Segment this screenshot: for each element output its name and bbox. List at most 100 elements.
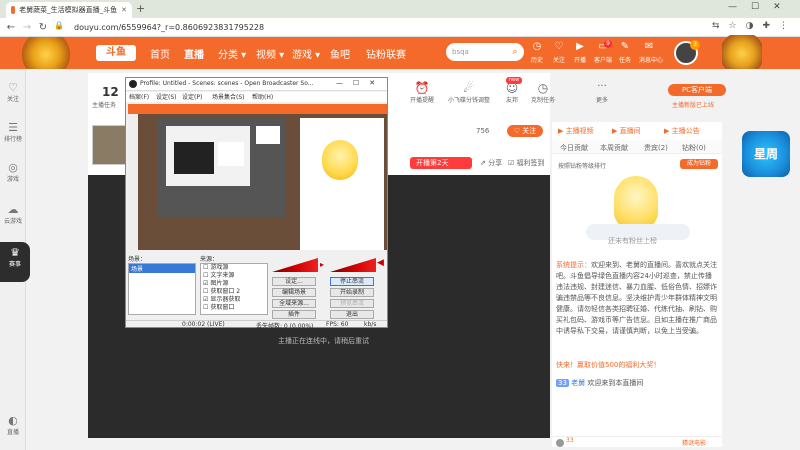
tool-more[interactable]: ··· 更多 bbox=[590, 81, 614, 104]
window-controls[interactable]: —☐✕ bbox=[728, 2, 795, 12]
welcome-user[interactable]: 老舅 bbox=[571, 379, 585, 387]
share-link[interactable]: ⇗ 分享 bbox=[480, 158, 502, 168]
weekstar-float[interactable]: 星周 bbox=[742, 131, 790, 177]
tool-task[interactable]: ◷ 克制任务 bbox=[528, 81, 558, 104]
source-item[interactable]: ☑ 显示器获取 bbox=[203, 296, 267, 304]
obs-menu-file[interactable]: 档案(F) bbox=[129, 92, 149, 101]
checkbox-icon[interactable]: ☐ bbox=[203, 304, 208, 311]
sidebar-item-game[interactable]: ◎ 游戏 bbox=[0, 161, 26, 183]
obs-settings-button[interactable]: 设定... bbox=[272, 277, 316, 286]
tab-streamer-video[interactable]: ▶ 主播视频 bbox=[558, 126, 594, 136]
signin-link[interactable]: ☑ 福利签到 bbox=[508, 158, 545, 168]
checkbox-icon[interactable]: ☐ bbox=[203, 272, 208, 279]
tool-remind[interactable]: ⏰ 开播提醒 bbox=[408, 81, 436, 104]
tool-ufo[interactable]: ☄ 小飞碟分钱调整 bbox=[444, 81, 494, 104]
source-item[interactable]: ☐ 获取窗口 2 bbox=[203, 288, 267, 296]
streamer-thumbnail[interactable] bbox=[92, 125, 128, 165]
tab-live-room[interactable]: ▶ 直播间 bbox=[612, 126, 641, 136]
exit-button[interactable]: 退出 bbox=[330, 310, 374, 319]
task-icon[interactable]: ✎ bbox=[616, 41, 634, 52]
message-icon[interactable]: ✉ bbox=[640, 41, 658, 52]
checkbox-icon[interactable]: ☐ bbox=[203, 264, 208, 271]
url-field[interactable]: douyu.com/6559964?_r=0.8606923831795228 bbox=[64, 20, 704, 35]
tab-announcement[interactable]: ▶ 主播公告 bbox=[664, 126, 700, 136]
footer-link[interactable]: 猜谜电影 bbox=[682, 438, 706, 447]
sidebar-item-cloud-game[interactable]: ☁ 云游戏 bbox=[0, 203, 26, 225]
checkbox-icon[interactable]: ☐ bbox=[203, 288, 208, 295]
tab-diamond[interactable]: 钻粉(0) bbox=[682, 143, 706, 153]
nav-category[interactable]: 分类 ▾ bbox=[218, 46, 246, 61]
checkbox-checked-icon[interactable]: ☑ bbox=[203, 280, 208, 287]
follow-icon[interactable]: ♡ bbox=[550, 41, 568, 52]
tab-close-icon[interactable]: ✕ bbox=[121, 6, 127, 14]
stop-stream-button[interactable]: 停止串流 bbox=[330, 277, 374, 286]
pc-client-button[interactable]: PC客户端 bbox=[668, 84, 726, 96]
bookmark-star-icon[interactable]: ☆ bbox=[729, 21, 746, 31]
translate-icon[interactable]: ⇆ bbox=[712, 21, 729, 31]
obs-menu-profile[interactable]: 设定(P) bbox=[182, 92, 202, 101]
maximize-icon[interactable]: ☐ bbox=[751, 2, 773, 12]
join-diamond-button[interactable]: 成为钻粉 bbox=[680, 159, 718, 169]
tab-today[interactable]: 今日贡献 bbox=[560, 143, 588, 153]
sidebar-item-rank[interactable]: ☰ 排行榜 bbox=[0, 121, 26, 143]
treasure-chest-icon[interactable] bbox=[722, 35, 762, 69]
start-record-button[interactable]: 开始录制 bbox=[330, 288, 374, 297]
nav-esports[interactable]: 钻粉联赛 bbox=[366, 46, 406, 61]
sources-list[interactable]: ☐ 游戏源 ☐ 文字来源 ☑ 图片源 ☐ 获取窗口 2 ☑ 显示器获取 ☐ 获取… bbox=[200, 263, 268, 315]
forward-icon[interactable]: → bbox=[20, 21, 34, 34]
nav-video[interactable]: 视频 ▾ bbox=[256, 46, 284, 61]
source-item[interactable]: ☐ 游戏源 bbox=[203, 264, 267, 272]
minimize-icon[interactable]: — bbox=[728, 2, 751, 12]
lock-icon[interactable]: 🔒 bbox=[54, 21, 64, 30]
obs-titlebar[interactable]: Profile: Untitled - Scenes: scenes - Ope… bbox=[126, 78, 387, 91]
close-window-icon[interactable]: ✕ bbox=[773, 2, 795, 12]
search-input[interactable]: bsqa bbox=[446, 43, 506, 61]
message-label[interactable]: 消息中心 bbox=[636, 55, 666, 64]
desktop-speaker-icon[interactable]: ▸ bbox=[320, 260, 324, 269]
tool-friends[interactable]: ☺ 友邦 bbox=[500, 81, 524, 104]
obs-window[interactable]: Profile: Untitled - Scenes: scenes - Ope… bbox=[125, 77, 388, 330]
follow-button[interactable]: ♡ 关注 bbox=[507, 125, 543, 137]
profile-icon[interactable]: ◑ bbox=[746, 21, 763, 31]
speaker-icon[interactable]: ◀ bbox=[377, 258, 384, 268]
user-icon[interactable] bbox=[556, 439, 564, 447]
tab-week[interactable]: 本周贡献 bbox=[600, 143, 628, 153]
scene-item[interactable]: 场景 bbox=[129, 264, 195, 273]
sidebar-item-esports[interactable]: ♛ 赛事 bbox=[0, 242, 30, 282]
pc-client-subtitle[interactable]: 主播新版已上线 bbox=[672, 100, 714, 109]
source-item[interactable]: ☑ 图片源 bbox=[203, 280, 267, 288]
history-icon[interactable]: ◷ bbox=[528, 41, 546, 52]
browser-tab[interactable]: 老舅蔬菜_生活模拟器直播_斗鱼 ✕ bbox=[6, 2, 132, 18]
browser-toolbar-icons[interactable]: ⇆☆◑✚⋮ bbox=[712, 21, 797, 31]
obs-menu-help[interactable]: 帮助(H) bbox=[252, 92, 273, 101]
nav-game[interactable]: 游戏 ▾ bbox=[292, 46, 320, 61]
source-item[interactable]: ☐ 获取窗口 bbox=[203, 304, 267, 312]
plugins-button[interactable]: 插件 bbox=[272, 310, 316, 319]
source-item[interactable]: ☐ 文字来源 bbox=[203, 272, 267, 280]
global-sources-button[interactable]: 全域来源... bbox=[272, 299, 316, 308]
menu-icon[interactable]: ⋮ bbox=[779, 21, 797, 31]
obs-menu-settings[interactable]: 设定(S) bbox=[156, 92, 177, 101]
extensions-icon[interactable]: ✚ bbox=[762, 21, 779, 31]
task-label[interactable]: 任务 bbox=[612, 55, 638, 64]
anniversary-badge-icon[interactable] bbox=[22, 37, 70, 69]
obs-menu-scenes[interactable]: 场景集合(S) bbox=[212, 92, 245, 101]
obs-window-controls[interactable]: —☐✕ bbox=[336, 79, 385, 87]
search-icon[interactable]: ⌕ bbox=[506, 43, 524, 61]
tab-vip[interactable]: 贵宾(2) bbox=[644, 143, 668, 153]
nav-yuba[interactable]: 鱼吧 bbox=[330, 46, 350, 61]
gift-banner[interactable]: 开播第2天 bbox=[410, 157, 472, 169]
edit-scene-button[interactable]: 编辑场景 bbox=[272, 288, 316, 297]
nav-home[interactable]: 首页 bbox=[150, 46, 170, 61]
task-label[interactable]: 主播任务 bbox=[92, 100, 116, 109]
preview-stream-button[interactable]: 预览串流 bbox=[330, 299, 374, 308]
checkbox-checked-icon[interactable]: ☑ bbox=[203, 296, 208, 303]
broadcast-icon[interactable]: ▶ bbox=[571, 41, 589, 52]
promo-message[interactable]: 快来！赢取价值500的福利大奖！ bbox=[556, 360, 660, 371]
sidebar-item-live[interactable]: ◐ 直播 bbox=[0, 414, 26, 436]
sidebar-item-follow[interactable]: ♡ 关注 bbox=[0, 81, 26, 103]
douyu-logo[interactable]: 斗鱼 bbox=[96, 45, 136, 61]
reload-icon[interactable]: ↻ bbox=[36, 21, 50, 34]
scenes-list[interactable]: 场景 bbox=[128, 263, 196, 315]
nav-live[interactable]: 直播 bbox=[184, 46, 204, 61]
